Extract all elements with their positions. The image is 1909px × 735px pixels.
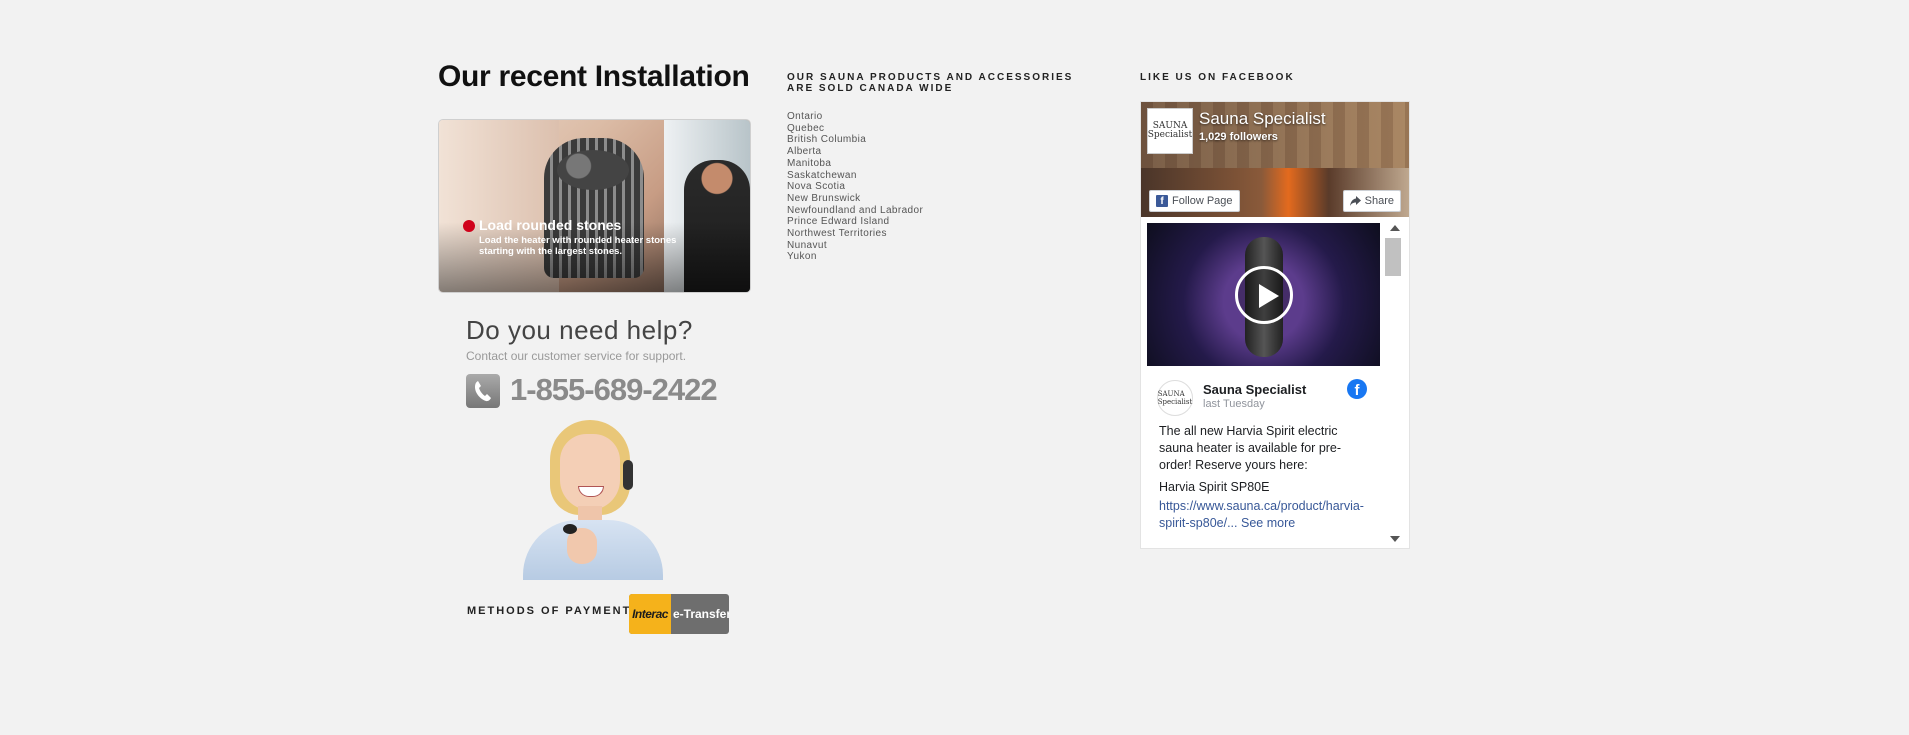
play-icon[interactable] <box>1235 266 1293 324</box>
installation-heading: Our recent Installation <box>438 60 750 93</box>
list-item: Alberta <box>787 146 822 158</box>
installation-image[interactable]: Load rounded stones Load the heater with… <box>439 120 750 292</box>
list-item: Quebec <box>787 122 825 134</box>
scroll-up-arrow-icon[interactable] <box>1390 225 1400 231</box>
list-item: Manitoba <box>787 157 832 169</box>
facebook-followers-count: 1,029 followers <box>1199 131 1278 143</box>
interac-etransfer-badge: Interac e-Transfer <box>629 594 729 634</box>
post-author-name[interactable]: Sauna Specialist <box>1203 382 1306 397</box>
post-author-avatar[interactable]: SAUNA Specialist <box>1157 380 1193 416</box>
provinces-list: Ontario Quebec British Columbia Alberta … <box>787 111 923 263</box>
post-video[interactable] <box>1147 223 1380 366</box>
facebook-logo-icon[interactable]: f <box>1347 379 1367 399</box>
help-subtitle: Contact our customer service for support… <box>466 349 687 363</box>
image-caption-subtitle: Load the heater with rounded heater ston… <box>479 235 677 257</box>
list-item: Saskatchewan <box>787 169 857 181</box>
facebook-f-icon: f <box>1156 195 1168 207</box>
scrollbar-thumb[interactable] <box>1385 238 1401 276</box>
page-avatar[interactable]: SAUNA Specialist <box>1147 108 1193 154</box>
list-item: Nova Scotia <box>787 181 846 193</box>
list-item: Yukon <box>787 251 817 263</box>
support-agent-image <box>523 420 683 580</box>
interac-logo: Interac <box>629 594 671 634</box>
image-caption-title: Load rounded stones <box>479 217 622 233</box>
payment-methods-label: METHODS OF PAYMENT <box>467 605 632 617</box>
share-arrow-icon <box>1349 196 1361 206</box>
follow-page-label: Follow Page <box>1172 195 1233 207</box>
etransfer-text: e-Transfer <box>673 607 729 621</box>
phone-icon <box>466 374 500 408</box>
help-title: Do you need help? <box>466 315 693 345</box>
list-item: Prince Edward Island <box>787 216 890 228</box>
facebook-cover[interactable]: SAUNA Specialist Sauna Specialist 1,029 … <box>1141 102 1409 217</box>
list-item: Newfoundland and Labrador <box>787 204 924 216</box>
post-link[interactable]: https://www.sauna.ca/product/harvia-spir… <box>1159 498 1371 532</box>
facebook-page-widget: SAUNA Specialist Sauna Specialist 1,029 … <box>1140 101 1410 549</box>
list-item: New Brunswick <box>787 192 861 204</box>
facebook-heading: LIKE US ON FACEBOOK <box>1140 72 1295 83</box>
scroll-down-arrow-icon[interactable] <box>1390 536 1400 542</box>
support-phone-number[interactable]: 1-855-689-2422 <box>510 372 718 408</box>
list-item: British Columbia <box>787 134 867 146</box>
see-more-link[interactable]: See more <box>1241 516 1295 530</box>
list-item: Northwest Territories <box>787 228 887 240</box>
provinces-heading: OUR SAUNA PRODUCTS AND ACCESSORIES ARE S… <box>787 72 1074 94</box>
post-product-name: Harvia Spirit SP80E <box>1159 480 1270 494</box>
follow-page-button[interactable]: f Follow Page <box>1149 190 1240 212</box>
facebook-feed: SAUNA Specialist Sauna Specialist last T… <box>1147 223 1380 548</box>
list-item: Nunavut <box>787 239 828 251</box>
list-item: Ontario <box>787 111 823 122</box>
share-button[interactable]: Share <box>1342 190 1401 212</box>
post-text: The all new Harvia Spirit electric sauna… <box>1159 424 1342 472</box>
facebook-page-name[interactable]: Sauna Specialist <box>1199 109 1326 129</box>
post-timestamp[interactable]: last Tuesday <box>1203 398 1265 410</box>
feed-scrollbar[interactable] <box>1381 223 1408 548</box>
caption-dot-icon <box>463 220 475 232</box>
share-label: Share <box>1364 195 1394 207</box>
